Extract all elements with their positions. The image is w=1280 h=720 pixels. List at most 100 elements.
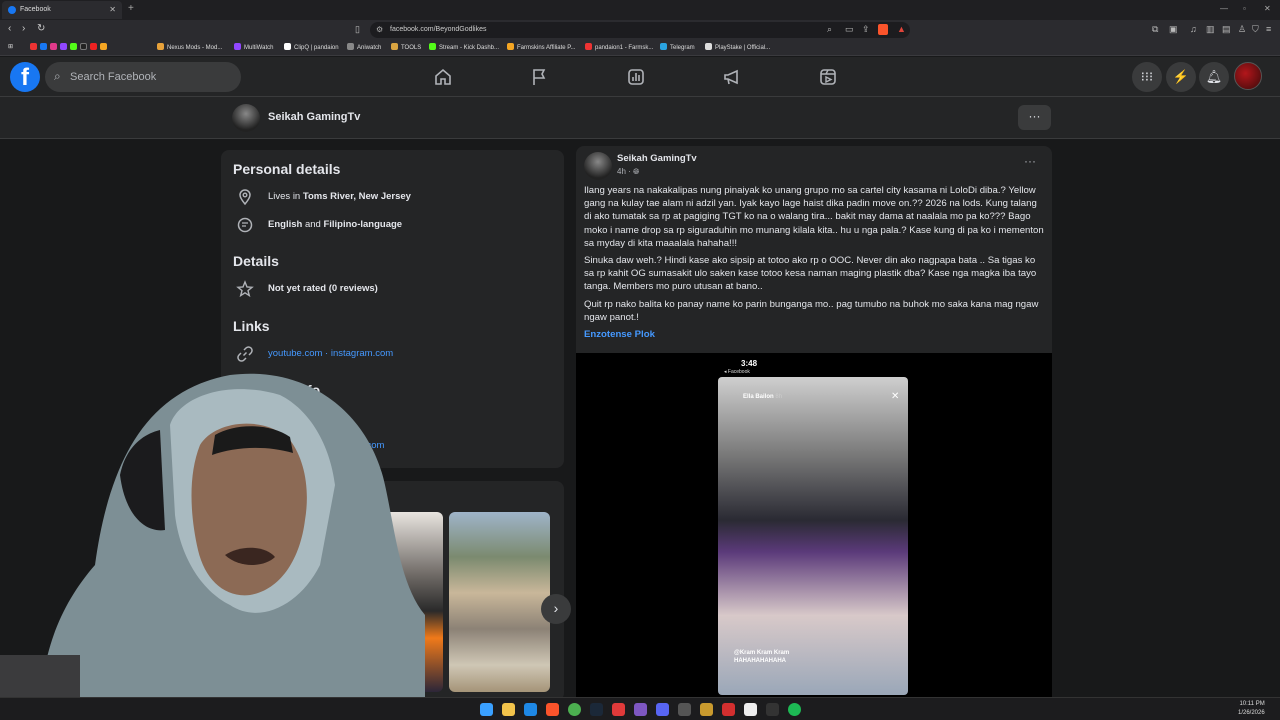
app-icon[interactable] [766,703,779,716]
story-caption: @Kram Kram Kram HAHAHAHAHAHA [734,650,790,664]
profile-more-button[interactable]: ··· [1018,105,1051,130]
webcam-overlay [0,373,425,720]
app-icon[interactable] [700,703,713,716]
bookmark-quick-icons[interactable] [30,43,110,51]
video-icon[interactable] [818,67,838,87]
bookmark-2[interactable]: ClipQ | pandaion [284,43,339,51]
brave-taskbar-icon[interactable] [546,703,559,716]
personal-details-heading: Personal details [233,161,341,177]
tagged-user-link[interactable]: Enzotense Plok [584,328,1044,341]
extensions-icon[interactable]: ⧉ [1152,24,1158,35]
photo-thumbnail[interactable] [449,512,550,692]
browser-tab-bar: Facebook ✕ + — ▫ ✕ [0,0,1280,20]
account-avatar[interactable] [1234,62,1262,90]
bookmark-9[interactable]: PlayStake | Official... [705,43,770,51]
system-clock[interactable]: 10:11 PM 1/26/2026 [1238,700,1265,718]
site-info-icon[interactable]: ⚙ [376,25,383,34]
cast-icon[interactable]: ▭ [845,24,854,35]
post-author-name[interactable]: Seikah GamingTv [617,153,697,164]
app-icon[interactable] [634,703,647,716]
wallet2-icon[interactable]: ▤ [1222,24,1231,35]
zoom-icon[interactable]: ⌕ [827,24,832,35]
menu-grid-icon[interactable]: ⁝⁝⁝ [1132,62,1162,92]
url-text: facebook.com/BeyondGodlikes [390,26,487,33]
post-more-icon[interactable]: ··· [1024,154,1036,168]
bookmarks-bar: ⊞ Nexus Mods - Mod... MultiWatch ClipQ |… [0,40,1280,56]
post-card: Seikah GamingTv 4h · 🌐︎ ··· Ilang years … [576,146,1052,706]
close-tab-icon[interactable]: ✕ [109,5,116,14]
bookmark-icon[interactable]: ▯ [355,24,360,35]
messenger-icon[interactable]: ⚡ [1166,62,1196,92]
globe-icon: 🌐︎ [633,167,640,176]
photos-next-button[interactable]: › [541,594,571,624]
bookmark-6[interactable]: Farmskins Affiliate P... [507,43,575,51]
tab-title: Facebook [20,6,51,13]
megaphone-icon[interactable] [722,67,742,87]
steam-icon[interactable] [590,703,603,716]
post-author-avatar[interactable] [584,152,612,180]
home-icon[interactable] [433,67,453,87]
forward-icon[interactable]: › [22,23,25,34]
browser-tab[interactable]: Facebook ✕ [2,1,122,19]
brave-shields-icon[interactable] [878,24,888,35]
bookmark-3[interactable]: Aniwatch [347,43,381,51]
post-paragraph: Sinuka daw weh.? Hindi kase ako sipsip a… [584,255,1037,293]
store-icon[interactable] [524,703,537,716]
reload-icon[interactable]: ↻ [37,23,45,34]
facebook-favicon-icon [8,6,16,14]
discord-icon[interactable] [656,703,669,716]
post-paragraph: Quit rp nako balita ko panay name ko par… [584,298,1039,323]
flag-icon[interactable] [530,67,550,87]
profile-name[interactable]: Seikah GamingTv [268,111,360,123]
sidebar-icon[interactable]: ▥ [1206,24,1215,35]
bookmark-1[interactable]: MultiWatch [234,43,273,51]
post-timestamp[interactable]: 4h · 🌐︎ [617,167,639,177]
search-icon: ⌕ [54,69,61,83]
os-taskbar: 10:11 PM 1/26/2026 [0,697,1280,720]
app-icon[interactable] [612,703,625,716]
wallet-icon[interactable]: ▣ [1169,24,1178,35]
speech-bubble-icon [237,217,253,233]
bookmark-5[interactable]: Stream - Kick Dashb... [429,43,499,51]
app-icon[interactable] [722,703,735,716]
share-icon[interactable]: ⇪ [862,24,870,35]
chrome-icon[interactable] [568,703,581,716]
star-icon [236,280,254,298]
profile-bar: Seikah GamingTv ··· [0,97,1280,139]
new-tab-button[interactable]: + [128,3,134,14]
minimize-icon[interactable]: — [1220,4,1228,13]
close-window-icon[interactable]: ✕ [1264,4,1271,13]
lives-place[interactable]: Toms River, New Jersey [303,191,411,202]
spotify-icon[interactable] [788,703,801,716]
menu-icon[interactable]: ≡ [1266,24,1271,34]
story-close-icon: ✕ [891,391,900,402]
facebook-header: f ⌕ Search Facebook ⁝⁝⁝ ⚡ 🔔︎ [0,57,1280,97]
bookmark-7[interactable]: pandaion1 - Farmsk... [585,43,653,51]
explorer-icon[interactable] [502,703,515,716]
rating-text: Not yet rated (0 reviews) [268,283,378,294]
app-icon[interactable] [744,703,757,716]
profile-avatar[interactable] [232,104,260,132]
brave-rewards-icon[interactable]: ▲ [897,24,906,34]
details-heading: Details [233,253,279,269]
apps-grid-icon[interactable]: ⊞ [8,43,13,50]
chart-icon[interactable] [626,67,646,87]
start-icon[interactable] [480,703,493,716]
music-icon[interactable]: ♫ [1190,24,1197,34]
bookmark-4[interactable]: TOOLS [391,43,421,51]
bookmark-8[interactable]: Telegram [660,43,695,51]
back-icon[interactable]: ‹ [8,23,11,34]
maximize-icon[interactable]: ▫ [1243,4,1246,13]
bookmark-0[interactable]: Nexus Mods - Mod... [157,43,222,51]
app-icon[interactable] [678,703,691,716]
facebook-logo-icon[interactable]: f [10,62,40,92]
links-heading: Links [233,318,270,334]
shield-icon[interactable]: ⛉ [1252,24,1259,35]
bell-icon[interactable]: 🔔︎ [1199,62,1229,92]
search-input[interactable]: ⌕ Search Facebook [45,62,241,92]
profile-icon[interactable]: ♙ [1238,24,1246,35]
address-bar-row: ‹ › ↻ ▯ ⚙ facebook.com/BeyondGodlikes ⌕ … [0,20,1280,40]
story-source-label: ◂ Facebook [724,369,750,375]
location-pin-icon [239,189,251,206]
post-media[interactable]: 3:48 ◂ Facebook Ella Bailon 8h ✕ @Kram K… [576,353,1052,706]
